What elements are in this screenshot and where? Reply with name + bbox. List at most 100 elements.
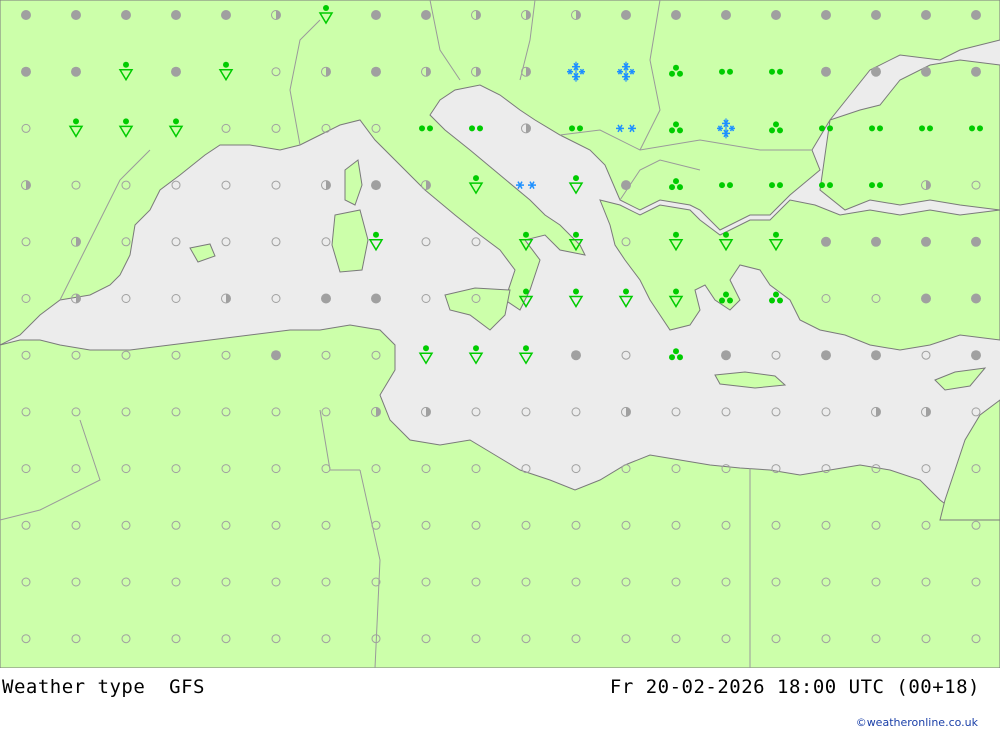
rain-drop bbox=[719, 182, 725, 189]
rain-drop bbox=[669, 354, 675, 361]
overcast-icon bbox=[21, 66, 31, 77]
overcast-icon bbox=[871, 10, 881, 20]
weather-type-map bbox=[0, 0, 1000, 668]
overcast-icon bbox=[821, 10, 831, 20]
rain-drop bbox=[977, 125, 983, 132]
rain-drop bbox=[669, 184, 675, 191]
overcast-icon bbox=[921, 66, 931, 77]
overcast-icon bbox=[621, 180, 631, 191]
weather-symbol bbox=[371, 180, 381, 191]
overcast-icon bbox=[871, 350, 881, 361]
rain-drop bbox=[769, 68, 775, 75]
rain-drop bbox=[819, 125, 825, 132]
weather-symbol bbox=[921, 66, 931, 77]
rain-drop bbox=[573, 288, 579, 295]
weather-symbol bbox=[871, 66, 881, 77]
weather-symbol bbox=[971, 293, 981, 304]
rain-drop bbox=[669, 127, 675, 134]
overcast-icon bbox=[971, 66, 981, 77]
rain-drop bbox=[173, 118, 179, 125]
weather-symbol bbox=[971, 66, 981, 77]
rain-drop bbox=[673, 348, 679, 355]
rain-drop bbox=[919, 125, 925, 132]
weather-symbol bbox=[821, 236, 831, 247]
weather-symbol bbox=[21, 10, 31, 20]
land-sardinia bbox=[331, 209, 369, 273]
weather-symbol bbox=[171, 10, 181, 20]
rain-drop bbox=[827, 125, 833, 132]
rain-drop bbox=[569, 125, 575, 132]
overcast-icon bbox=[871, 236, 881, 247]
rain-drop bbox=[777, 182, 783, 189]
overcast-icon bbox=[321, 293, 331, 304]
weather-symbol bbox=[871, 10, 881, 20]
rain-drop bbox=[469, 125, 475, 132]
rain-drop bbox=[669, 70, 675, 77]
rain-drop bbox=[73, 118, 79, 125]
overcast-icon bbox=[71, 10, 81, 20]
overcast-icon bbox=[821, 350, 831, 361]
rain-drop bbox=[723, 231, 729, 238]
weather-symbol bbox=[321, 293, 331, 304]
weather-symbol bbox=[221, 10, 231, 20]
rain-drop bbox=[123, 61, 129, 68]
weather-symbol bbox=[821, 10, 831, 20]
rain-drop bbox=[777, 127, 783, 134]
weather-symbol bbox=[971, 350, 981, 361]
rain-drop bbox=[719, 297, 725, 304]
rain-drop bbox=[727, 182, 733, 189]
rain-drop bbox=[673, 64, 679, 71]
rain-drop bbox=[969, 125, 975, 132]
rain-drop bbox=[677, 127, 683, 134]
rain-drop bbox=[323, 5, 329, 11]
rain-drop bbox=[719, 68, 725, 75]
rain-drop bbox=[773, 291, 779, 298]
rain-drop bbox=[573, 175, 579, 182]
overcast-icon bbox=[871, 66, 881, 77]
overcast-icon bbox=[21, 10, 31, 20]
overcast-icon bbox=[621, 10, 631, 20]
overcast-icon bbox=[371, 10, 381, 20]
rain-drop bbox=[877, 182, 883, 189]
overcast-icon bbox=[821, 236, 831, 247]
rain-drop bbox=[869, 182, 875, 189]
rain-drop bbox=[773, 231, 779, 238]
weather-symbol bbox=[621, 180, 631, 191]
weather-symbol bbox=[721, 10, 731, 20]
rain-drop bbox=[573, 231, 579, 238]
rain-drop bbox=[673, 178, 679, 185]
overcast-icon bbox=[921, 293, 931, 304]
rain-drop bbox=[523, 231, 529, 238]
rain-drop bbox=[123, 118, 129, 125]
weather-symbol bbox=[821, 350, 831, 361]
rain-drop bbox=[577, 125, 583, 132]
weather-symbol bbox=[871, 236, 881, 247]
overcast-icon bbox=[671, 10, 681, 20]
rain-drop bbox=[623, 288, 629, 295]
weather-symbol bbox=[571, 350, 581, 361]
rain-drop bbox=[777, 297, 783, 304]
valid-time: Fr 20-02-2026 18:00 UTC (00+18) bbox=[609, 676, 980, 698]
weather-symbol bbox=[921, 10, 931, 20]
overcast-icon bbox=[721, 350, 731, 361]
weather-symbol bbox=[671, 10, 681, 20]
weather-symbol bbox=[821, 66, 831, 77]
weather-symbol bbox=[871, 350, 881, 361]
overcast-icon bbox=[821, 66, 831, 77]
rain-drop bbox=[673, 288, 679, 295]
rain-drop bbox=[473, 345, 479, 352]
overcast-icon bbox=[271, 350, 281, 361]
rain-drop bbox=[877, 125, 883, 132]
overcast-icon bbox=[371, 293, 381, 304]
weather-symbol bbox=[71, 10, 81, 20]
model-name: GFS bbox=[169, 676, 205, 698]
rain-drop bbox=[827, 182, 833, 189]
weather-symbol bbox=[721, 350, 731, 361]
rain-drop bbox=[673, 121, 679, 128]
rain-drop bbox=[423, 345, 429, 352]
credit-link[interactable]: ©weatheronline.co.uk bbox=[856, 716, 978, 729]
overcast-icon bbox=[771, 10, 781, 20]
weather-symbol bbox=[21, 66, 31, 77]
rain-drop bbox=[673, 231, 679, 238]
rain-drop bbox=[769, 297, 775, 304]
